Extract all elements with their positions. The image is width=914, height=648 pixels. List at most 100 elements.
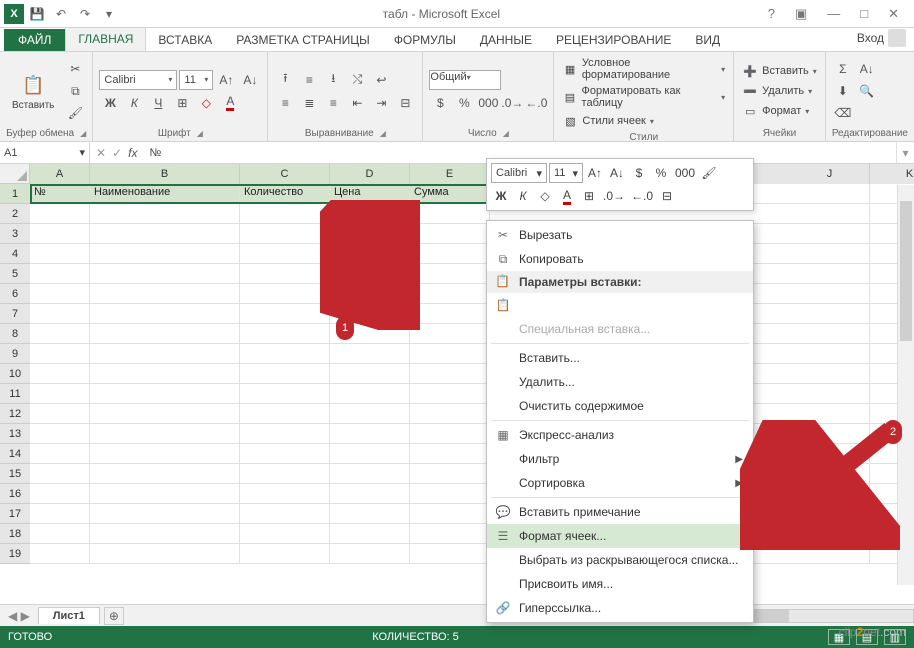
select-all-corner[interactable] [0, 164, 30, 184]
insert-cells-button[interactable]: ➕Вставить▾ [740, 62, 819, 80]
cell[interactable] [410, 484, 490, 504]
row-header-7[interactable]: 7 [0, 304, 30, 324]
col-header-J[interactable]: J [790, 164, 870, 184]
clear-button[interactable]: ⌫ [832, 103, 854, 123]
mini-currency[interactable]: $ [629, 163, 649, 183]
font-launcher[interactable]: ◢ [197, 129, 203, 138]
cell[interactable]: Сумма [410, 184, 490, 204]
decrease-indent-button[interactable]: ⇤ [346, 93, 368, 113]
cell[interactable] [90, 524, 240, 544]
comma-button[interactable]: 000 [477, 93, 499, 113]
cell[interactable] [30, 484, 90, 504]
cell[interactable]: Цена [330, 184, 410, 204]
col-header-B[interactable]: B [90, 164, 240, 184]
cell[interactable] [240, 424, 330, 444]
number-launcher[interactable]: ◢ [503, 129, 509, 138]
alignment-launcher[interactable]: ◢ [380, 129, 386, 138]
mini-font-size[interactable]: 11▾ [549, 163, 583, 183]
cell[interactable] [410, 204, 490, 224]
cell[interactable] [240, 444, 330, 464]
cm-sort[interactable]: Сортировка▶ [487, 471, 753, 495]
cell[interactable] [240, 244, 330, 264]
cell[interactable] [240, 504, 330, 524]
add-sheet-button[interactable]: ⊕ [104, 607, 124, 625]
conditional-formatting-button[interactable]: ▦Условное форматирование▾ [560, 56, 727, 82]
row-header-17[interactable]: 17 [0, 504, 30, 524]
cm-cut[interactable]: ✂Вырезать [487, 223, 753, 247]
sheet-nav[interactable]: ◀ ▶ [0, 609, 38, 623]
cell[interactable] [30, 264, 90, 284]
paste-button[interactable]: 📋 Вставить [6, 56, 60, 126]
mini-bold[interactable]: Ж [491, 186, 511, 206]
cell[interactable] [240, 524, 330, 544]
row-header-2[interactable]: 2 [0, 204, 30, 224]
mini-font-color[interactable]: A [557, 186, 577, 206]
cell[interactable] [790, 404, 870, 424]
redo-button[interactable]: ↷ [74, 3, 96, 25]
sort-filter-button[interactable]: A↓ [856, 59, 878, 79]
mini-border[interactable]: ⊞ [579, 186, 599, 206]
tab-review[interactable]: РЕЦЕНЗИРОВАНИЕ [544, 29, 683, 51]
fill-color-button[interactable]: ◇ [195, 93, 217, 113]
merge-button[interactable]: ⊟ [394, 93, 416, 113]
cell[interactable] [330, 444, 410, 464]
cell[interactable] [240, 344, 330, 364]
cell[interactable] [790, 244, 870, 264]
cell[interactable] [90, 484, 240, 504]
cell[interactable] [240, 264, 330, 284]
italic-button[interactable]: К [123, 93, 145, 113]
cell[interactable] [330, 484, 410, 504]
row-header-14[interactable]: 14 [0, 444, 30, 464]
cell[interactable] [30, 244, 90, 264]
wrap-text-button[interactable]: ↩ [370, 70, 392, 90]
cell[interactable] [30, 224, 90, 244]
cell[interactable] [790, 224, 870, 244]
align-top-button[interactable]: ⭱ [274, 70, 296, 90]
cell[interactable] [240, 324, 330, 344]
cell[interactable] [330, 344, 410, 364]
cell[interactable] [240, 384, 330, 404]
orientation-button[interactable]: ⤭ [346, 70, 368, 90]
cell[interactable] [90, 344, 240, 364]
vertical-scrollbar[interactable] [897, 185, 914, 585]
save-button[interactable]: 💾 [26, 3, 48, 25]
cm-insert-comment[interactable]: 💬Вставить примечание [487, 500, 753, 524]
autosum-button[interactable]: Σ [832, 59, 854, 79]
clipboard-launcher[interactable]: ◢ [80, 129, 86, 138]
cell[interactable] [330, 524, 410, 544]
format-as-table-button[interactable]: ▤Форматировать как таблицу▾ [560, 84, 727, 110]
tab-page-layout[interactable]: РАЗМЕТКА СТРАНИЦЫ [224, 29, 382, 51]
row-header-8[interactable]: 8 [0, 324, 30, 344]
undo-button[interactable]: ↶ [50, 3, 72, 25]
cell[interactable] [410, 444, 490, 464]
col-header-A[interactable]: A [30, 164, 90, 184]
cell[interactable] [790, 464, 870, 484]
cell[interactable] [30, 544, 90, 564]
underline-button[interactable]: Ч [147, 93, 169, 113]
align-middle-button[interactable]: ≡ [298, 70, 320, 90]
mini-decrease-font[interactable]: A↓ [607, 163, 627, 183]
cell[interactable] [410, 264, 490, 284]
tab-formulas[interactable]: ФОРМУЛЫ [382, 29, 468, 51]
cell[interactable] [790, 384, 870, 404]
mini-merge[interactable]: ⊟ [657, 186, 677, 206]
cell[interactable] [790, 264, 870, 284]
cell[interactable] [240, 204, 330, 224]
cell[interactable] [410, 304, 490, 324]
cm-clear[interactable]: Очистить содержимое [487, 394, 753, 418]
format-painter-button[interactable]: 🖌 [64, 103, 86, 123]
cell[interactable] [90, 444, 240, 464]
mini-fill-color[interactable]: ◇ [535, 186, 555, 206]
increase-decimal-button[interactable]: .0→ [501, 93, 523, 113]
accept-formula-icon[interactable]: ✓ [112, 146, 122, 160]
cell[interactable]: Наименование [90, 184, 240, 204]
cell[interactable] [790, 504, 870, 524]
align-bottom-button[interactable]: ⭳ [322, 70, 344, 90]
percent-button[interactable]: % [453, 93, 475, 113]
mini-increase-font[interactable]: A↑ [585, 163, 605, 183]
mini-inc-decimal[interactable]: .0→ [601, 186, 627, 206]
find-button[interactable]: 🔍 [856, 81, 878, 101]
tab-home[interactable]: ГЛАВНАЯ [65, 27, 146, 51]
cell[interactable] [330, 364, 410, 384]
cell[interactable] [790, 524, 870, 544]
